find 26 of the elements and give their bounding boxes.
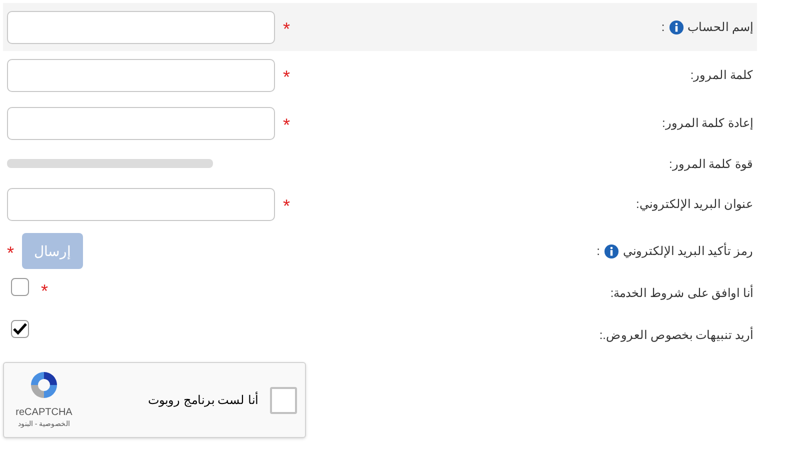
field-label: قوة كلمة المرور: [668,156,753,172]
field-label: أنا اوافق على شروط الخدمة: [610,284,753,302]
required-asterisk: * [283,68,290,86]
checkbox[interactable] [11,278,29,296]
field-label: إعادة كلمة المرور: [662,115,753,132]
captcha-checkbox[interactable] [270,386,297,414]
required-asterisk: * [41,282,48,300]
text-field[interactable] [7,10,275,44]
field-label: كلمة المرور: [690,67,753,84]
captcha-brand: reCAPTCHA [16,406,72,420]
required-asterisk: * [283,20,290,38]
text-field[interactable] [7,188,275,220]
label-colon: : [596,243,600,260]
field-label: رمز تأكيد البريد الإلكتروني [622,242,753,260]
label-colon: : [661,19,665,36]
checkbox[interactable] [11,320,29,338]
text-field[interactable] [7,106,275,140]
field-label: أريد تنبيهات بخصوص العروض.: [599,326,753,344]
required-asterisk: * [283,116,290,134]
captcha-label: أنا لست برنامج روبوت [148,391,258,409]
required-asterisk: * [7,244,14,262]
field-label: عنوان البريد الإلكتروني: [636,196,753,213]
field-label: إسم الحساب [688,19,753,36]
check-icon [12,322,28,336]
text-field[interactable] [7,58,275,92]
required-asterisk: * [283,197,290,215]
